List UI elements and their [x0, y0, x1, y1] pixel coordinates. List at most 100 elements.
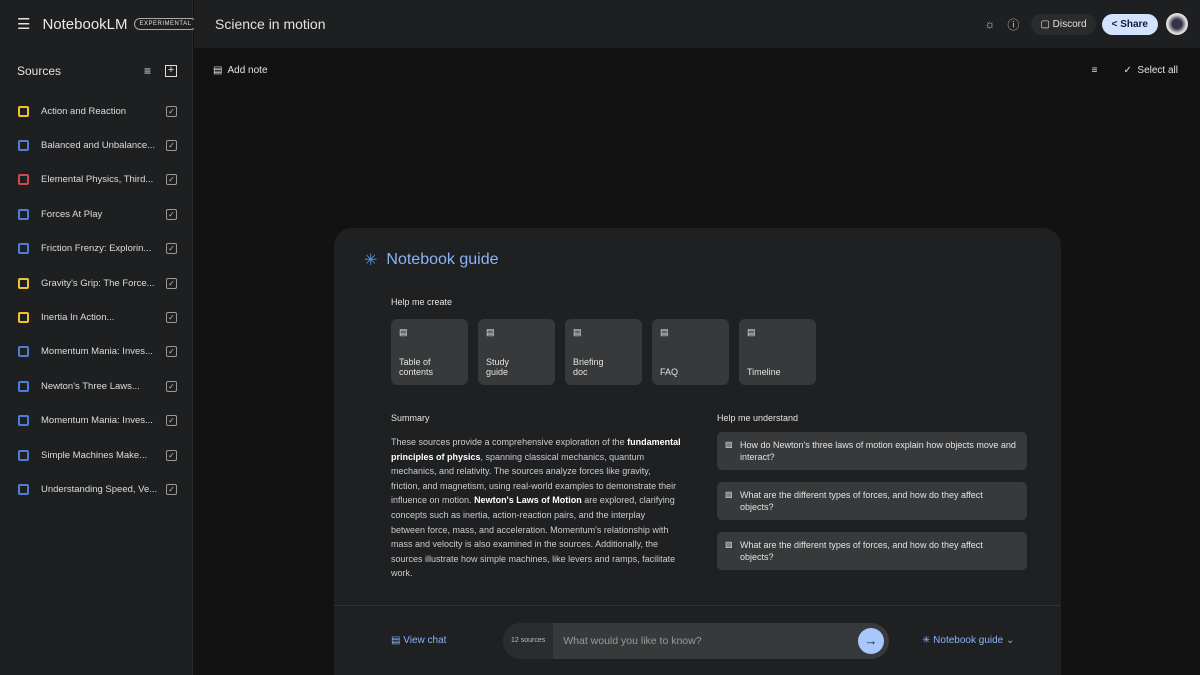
- send-button[interactable]: →: [858, 627, 884, 654]
- chat-input[interactable]: [553, 634, 858, 647]
- view-chat-label: View chat: [403, 635, 447, 646]
- app-name: NotebookLM: [42, 15, 128, 33]
- source-checkbox[interactable]: ✓: [166, 346, 177, 358]
- source-checkbox[interactable]: ✓: [166, 140, 177, 152]
- source-checkbox[interactable]: ✓: [166, 208, 177, 220]
- note-add-icon: ▤: [747, 327, 756, 337]
- source-label: Momentum Mania: Inves...: [41, 415, 153, 427]
- chat-footer: ▤ View chat 12 sources → ✳ Notebook guid…: [334, 605, 1061, 675]
- filter-icon[interactable]: ≡: [144, 64, 151, 78]
- source-label: Action and Reaction: [41, 105, 127, 117]
- add-note-button[interactable]: ▤ Add note: [213, 65, 1092, 76]
- create-card[interactable]: ▤ Timeline: [739, 319, 816, 385]
- notebook-guide-toggle[interactable]: ✳ Notebook guide ⌄: [922, 635, 1014, 646]
- suggested-question[interactable]: ▨ What are the different types of forces,…: [717, 532, 1027, 570]
- create-card[interactable]: ▤ FAQ: [652, 319, 729, 385]
- source-item[interactable]: Understanding Speed, Ve... ✓: [0, 472, 192, 506]
- source-label: Forces At Play: [41, 208, 103, 220]
- chat-input-box: 12 sources →: [503, 622, 889, 659]
- source-label: Elemental Physics, Third...: [41, 174, 154, 186]
- summary-heading: Summary: [391, 413, 430, 423]
- doc-source-icon: [18, 483, 29, 495]
- question-icon: ▨: [725, 440, 733, 449]
- source-item[interactable]: Gravity's Grip: The Force... ✓: [0, 266, 192, 300]
- pdf-source-icon: [18, 174, 29, 186]
- share-label: Share: [1120, 18, 1148, 30]
- summary-segment: are explored, clarifying concepts such a…: [391, 495, 676, 579]
- notebook-title[interactable]: Science in motion: [215, 16, 984, 32]
- summary-bold: Newton's Laws of Motion: [474, 495, 582, 506]
- question-icon: ▨: [725, 490, 733, 499]
- create-card[interactable]: ▤ Briefing doc: [565, 319, 642, 385]
- card-label: Table of contents: [399, 357, 434, 377]
- select-all-button[interactable]: ✓ Select all: [1123, 65, 1178, 76]
- slides-source-icon: [18, 277, 29, 289]
- suggested-question[interactable]: ▨ How do Newton's three laws of motion ex…: [717, 432, 1027, 470]
- filter-icon[interactable]: ≡: [1092, 65, 1098, 76]
- card-label: FAQ: [660, 367, 679, 377]
- doc-source-icon: [18, 380, 29, 392]
- guide-title: Notebook guide: [386, 251, 499, 268]
- help-understand-heading: Help me understand: [717, 413, 799, 423]
- question-icon: ▨: [725, 540, 733, 549]
- source-label: Understanding Speed, Ve...: [41, 483, 158, 495]
- sources-count: 12 sources: [503, 622, 554, 659]
- source-label: Balanced and Unbalance...: [41, 140, 156, 152]
- source-checkbox[interactable]: ✓: [166, 483, 177, 495]
- create-card[interactable]: ▤ Study guide: [478, 319, 555, 385]
- source-item[interactable]: Forces At Play ✓: [0, 197, 192, 231]
- source-checkbox[interactable]: ✓: [166, 277, 177, 289]
- source-item[interactable]: Inertia In Action... ✓: [0, 300, 192, 334]
- doc-source-icon: [18, 243, 29, 255]
- share-button[interactable]: < Share: [1101, 13, 1158, 35]
- source-label: Newton's Three Laws...: [41, 380, 140, 392]
- summary-segment: These sources provide a comprehensive ex…: [391, 437, 628, 447]
- discord-label: Discord: [1052, 18, 1087, 30]
- source-list: Action and Reaction ✓ Balanced and Unbalan…: [0, 94, 192, 507]
- menu-icon[interactable]: ☰: [17, 15, 30, 33]
- help-icon[interactable]: ⓘ: [1007, 16, 1019, 33]
- discord-button[interactable]: ▢ Discord: [1031, 13, 1096, 35]
- notebook-guide-toggle-label: Notebook guide: [933, 635, 1004, 646]
- source-item[interactable]: Elemental Physics, Third... ✓: [0, 163, 192, 197]
- source-label: Inertia In Action...: [41, 312, 115, 324]
- theme-icon[interactable]: ☼: [984, 17, 995, 31]
- source-checkbox[interactable]: ✓: [166, 380, 177, 392]
- question-text: What are the different types of forces, …: [740, 490, 983, 512]
- source-item[interactable]: Friction Frenzy: Explorin... ✓: [0, 232, 192, 266]
- source-checkbox[interactable]: ✓: [166, 174, 177, 186]
- add-source-icon[interactable]: +: [165, 65, 177, 77]
- select-all-label: Select all: [1137, 64, 1178, 76]
- source-item[interactable]: Newton's Three Laws... ✓: [0, 369, 192, 403]
- source-item[interactable]: Action and Reaction ✓: [0, 94, 192, 128]
- source-checkbox[interactable]: ✓: [166, 449, 177, 461]
- suggested-question[interactable]: ▨ What are the different types of forces,…: [717, 482, 1027, 520]
- doc-source-icon: [18, 208, 29, 220]
- create-card[interactable]: ▤ Table of contents: [391, 319, 468, 385]
- top-bar: Science in motion ☼ ⓘ ▢ Discord < Share: [194, 0, 1200, 48]
- sparkle-icon: ✳: [364, 252, 378, 269]
- summary-text: These sources provide a comprehensive ex…: [391, 435, 681, 581]
- view-chat-button[interactable]: ▤ View chat: [391, 635, 446, 646]
- source-item[interactable]: Momentum Mania: Inves... ✓: [0, 404, 192, 438]
- source-item[interactable]: Balanced and Unbalance... ✓: [0, 128, 192, 162]
- avatar[interactable]: [1166, 13, 1188, 35]
- source-checkbox[interactable]: ✓: [166, 243, 177, 255]
- source-label: Simple Machines Make...: [41, 449, 148, 461]
- source-label: Momentum Mania: Inves...: [41, 346, 153, 358]
- source-item[interactable]: Momentum Mania: Inves... ✓: [0, 335, 192, 369]
- doc-source-icon: [18, 140, 29, 152]
- note-add-icon: ▤: [660, 327, 669, 337]
- slides-source-icon: [18, 105, 29, 117]
- doc-source-icon: [18, 415, 29, 427]
- source-label: Friction Frenzy: Explorin...: [41, 243, 152, 255]
- source-checkbox[interactable]: ✓: [166, 312, 177, 324]
- help-create-heading: Help me create: [391, 297, 453, 307]
- source-checkbox[interactable]: ✓: [166, 415, 177, 427]
- card-label: Briefing doc: [573, 357, 604, 377]
- notes-toolbar: ▤ Add note ≡ ✓ Select all: [194, 48, 1200, 92]
- source-checkbox[interactable]: ✓: [166, 105, 177, 117]
- source-item[interactable]: Simple Machines Make... ✓: [0, 438, 192, 472]
- note-add-icon: ▤: [486, 327, 495, 337]
- experimental-badge: EXPERIMENTAL: [133, 18, 198, 30]
